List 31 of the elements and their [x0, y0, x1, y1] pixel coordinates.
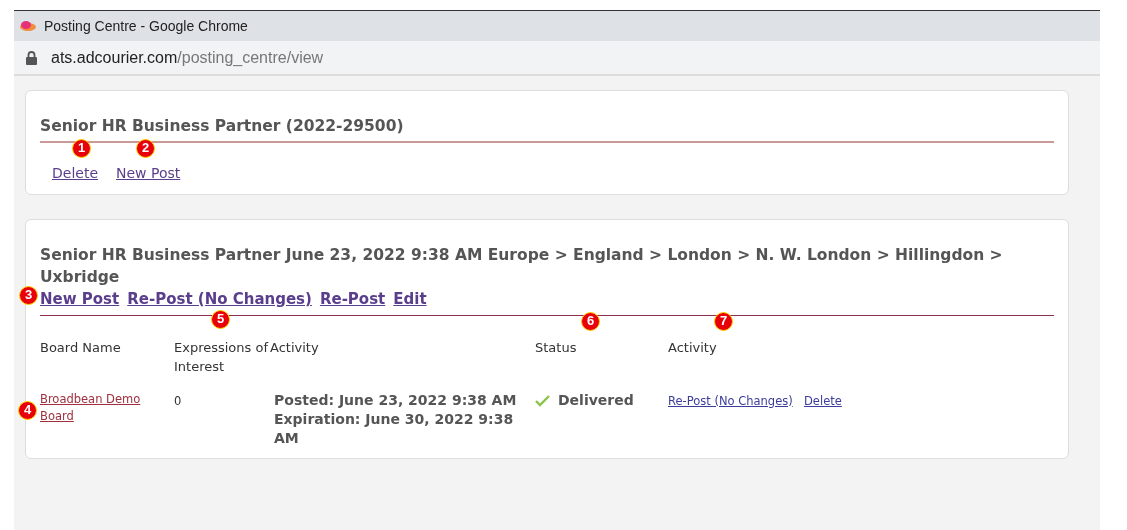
- column-header: Activity: [270, 338, 319, 357]
- annotation-marker: 1: [72, 139, 91, 158]
- column-header: Activity: [668, 338, 717, 357]
- column-header: Expressions of Interest: [174, 338, 270, 376]
- link[interactable]: Delete: [52, 163, 98, 184]
- posting-title: Senior HR Business Partner June 23, 2022 9:38 AM Europe > England > London > N. W. London > Hillingdon > Uxbridge: [40, 245, 1004, 288]
- expiration-date: Expiration: June 30, 2022 9:38 AM: [274, 409, 515, 448]
- window-title: Posting Centre - Google Chrome: [44, 16, 248, 36]
- column-header: Board Name: [40, 338, 121, 357]
- link[interactable]: Re-Post: [319, 288, 386, 311]
- annotation-marker: 7: [714, 311, 733, 331]
- url[interactable]: ats.adcourier.com/posting_centre/view: [51, 45, 324, 70]
- annotation-marker: 3: [19, 286, 38, 305]
- board-link[interactable]: Broadbean Demo Board: [40, 390, 174, 425]
- annotation-marker: 4: [18, 400, 37, 420]
- link[interactable]: Re-Post (No Changes): [127, 288, 312, 311]
- annotation-marker: 6: [581, 311, 600, 331]
- count: 0: [174, 393, 182, 408]
- link[interactable]: Edit: [393, 288, 427, 311]
- link[interactable]: New Post: [116, 163, 181, 184]
- job-title: Senior HR Business Partner (2022-29500): [40, 116, 405, 137]
- action-link[interactable]: Delete: [804, 392, 842, 410]
- action-link[interactable]: Re-Post (No Changes): [668, 392, 793, 410]
- column-header: Status: [535, 338, 577, 357]
- annotation-marker: 5: [211, 310, 231, 329]
- link[interactable]: New Post: [40, 288, 120, 311]
- status-text: Delivered: [558, 390, 635, 410]
- posted-date: Posted: June 23, 2022 9:38 AM: [274, 390, 518, 410]
- browser-logo-icon: [20, 21, 36, 31]
- annotation-marker: 2: [136, 139, 155, 158]
- lock-icon: [26, 50, 37, 65]
